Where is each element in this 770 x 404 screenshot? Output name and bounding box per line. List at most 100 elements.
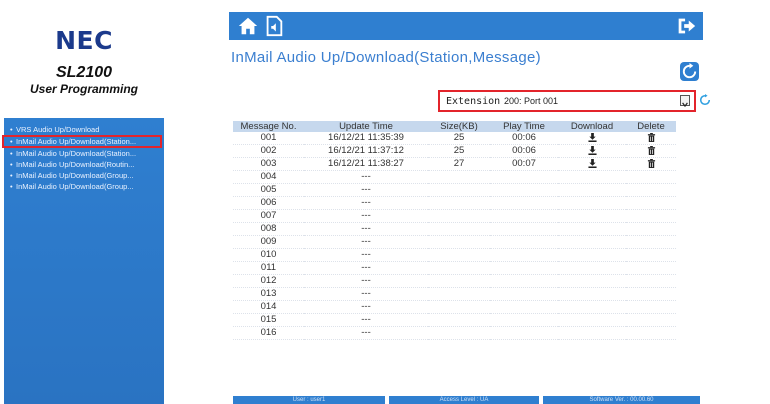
cell-delete [626,196,676,210]
extension-select[interactable]: 200: Port 001 [504,95,684,108]
sidebar-item-label: InMail Audio Up/Download(Routin... [16,160,135,169]
cell-message-no: 012 [233,274,304,288]
table-row: 012 --- [233,274,676,288]
cell-download [558,170,626,184]
cell-delete [626,144,676,158]
cell-download [558,248,626,262]
cell-play-time [490,300,558,314]
table-row: 009 --- [233,235,676,249]
cell-size [428,222,490,236]
col-header-download: Download [558,121,626,132]
product-subtitle: User Programming [29,82,139,96]
cell-size [428,326,490,340]
cell-update-time: 16/12/21 11:37:12 [304,144,428,158]
extension-dropdown-button[interactable] [680,95,690,108]
sidebar: NEC SL2100 User Programming • VRS Audio U… [2,14,164,404]
cell-update-time: --- [304,300,428,314]
cell-size [428,183,490,197]
cell-size: 27 [428,157,490,171]
cell-delete [626,300,676,314]
trash-icon[interactable] [647,158,656,168]
cell-size: 25 [428,144,490,158]
page-title: InMail Audio Up/Download(Station,Message… [231,49,541,66]
audio-file-icon[interactable] [263,15,285,37]
sidebar-item-label: InMail Audio Up/Download(Group... [16,182,134,191]
cell-download [558,261,626,275]
cell-message-no: 003 [233,157,304,171]
cell-message-no: 016 [233,326,304,340]
cell-message-no: 007 [233,209,304,223]
sidebar-item[interactable]: • InMail Audio Up/Download(Routin... [4,159,164,170]
cell-message-no: 014 [233,300,304,314]
cell-update-time: --- [304,313,428,327]
cell-delete [626,235,676,249]
cell-update-time: --- [304,248,428,262]
sidebar-item[interactable]: • VRS Audio Up/Download [4,124,164,135]
cell-play-time [490,326,558,340]
cell-message-no: 004 [233,170,304,184]
cell-update-time: --- [304,261,428,275]
col-header-play-time: Play Time [490,121,558,132]
sidebar-nav: • VRS Audio Up/Download • InMail Audio Up/D… [2,124,164,192]
product-model: SL2100 [55,64,113,81]
cell-play-time [490,248,558,262]
col-header-size: Size(KB) [428,121,490,132]
sidebar-item-label: InMail Audio Up/Download(Station... [16,149,137,158]
cell-size [428,261,490,275]
cell-size [428,287,490,301]
cell-delete [626,170,676,184]
status-footer: User : user1 Access Level : UA Software … [233,396,700,404]
cell-play-time [490,209,558,223]
sidebar-item-label: InMail Audio Up/Download(Group... [16,171,134,180]
top-bar [229,12,703,40]
cell-delete [626,326,676,340]
cell-update-time: --- [304,274,428,288]
refresh-button[interactable] [680,62,699,81]
cell-update-time: --- [304,196,428,210]
table-row: 014 --- [233,300,676,314]
cell-message-no: 005 [233,183,304,197]
sidebar-item[interactable]: • InMail Audio Up/Download(Group... [4,170,164,181]
cell-play-time [490,313,558,327]
cell-download [558,274,626,288]
cell-update-time: --- [304,209,428,223]
cell-size [428,248,490,262]
cell-update-time: --- [304,287,428,301]
home-icon[interactable] [237,15,259,37]
cell-message-no: 015 [233,313,304,327]
extension-refresh-icon[interactable] [699,94,711,106]
cell-update-time: --- [304,235,428,249]
cell-play-time: 00:06 [490,132,558,145]
table-row: 001 16/12/21 11:35:39 25 00:06 [233,132,676,145]
cell-play-time: 00:07 [490,157,558,171]
col-header-update-time: Update Time [304,121,428,132]
cell-download [558,300,626,314]
cell-update-time: --- [304,222,428,236]
chevron-down-icon [682,102,688,108]
sidebar-item[interactable]: • InMail Audio Up/Download(Group... [4,181,164,192]
sidebar-item[interactable]: • InMail Audio Up/Download(Station... [4,148,164,159]
trash-icon[interactable] [647,132,656,142]
cell-size [428,209,490,223]
table-row: 003 16/12/21 11:38:27 27 00:07 [233,157,676,171]
nec-logo: NEC [55,26,113,55]
cell-play-time [490,235,558,249]
trash-icon[interactable] [647,145,656,155]
cell-message-no: 013 [233,287,304,301]
cell-download [558,313,626,327]
cell-message-no: 006 [233,196,304,210]
download-icon[interactable] [587,132,597,142]
cell-download [558,235,626,249]
download-icon[interactable] [587,145,597,155]
cell-message-no: 011 [233,261,304,275]
cell-message-no: 001 [233,132,304,145]
download-icon[interactable] [587,158,597,168]
table-row: 005 --- [233,183,676,197]
cell-play-time: 00:06 [490,144,558,158]
cell-size [428,196,490,210]
sidebar-item[interactable]: • InMail Audio Up/Download(Station... [2,135,162,148]
logout-icon[interactable] [675,15,697,37]
table-row: 007 --- [233,209,676,223]
cell-delete [626,261,676,275]
cell-delete [626,287,676,301]
